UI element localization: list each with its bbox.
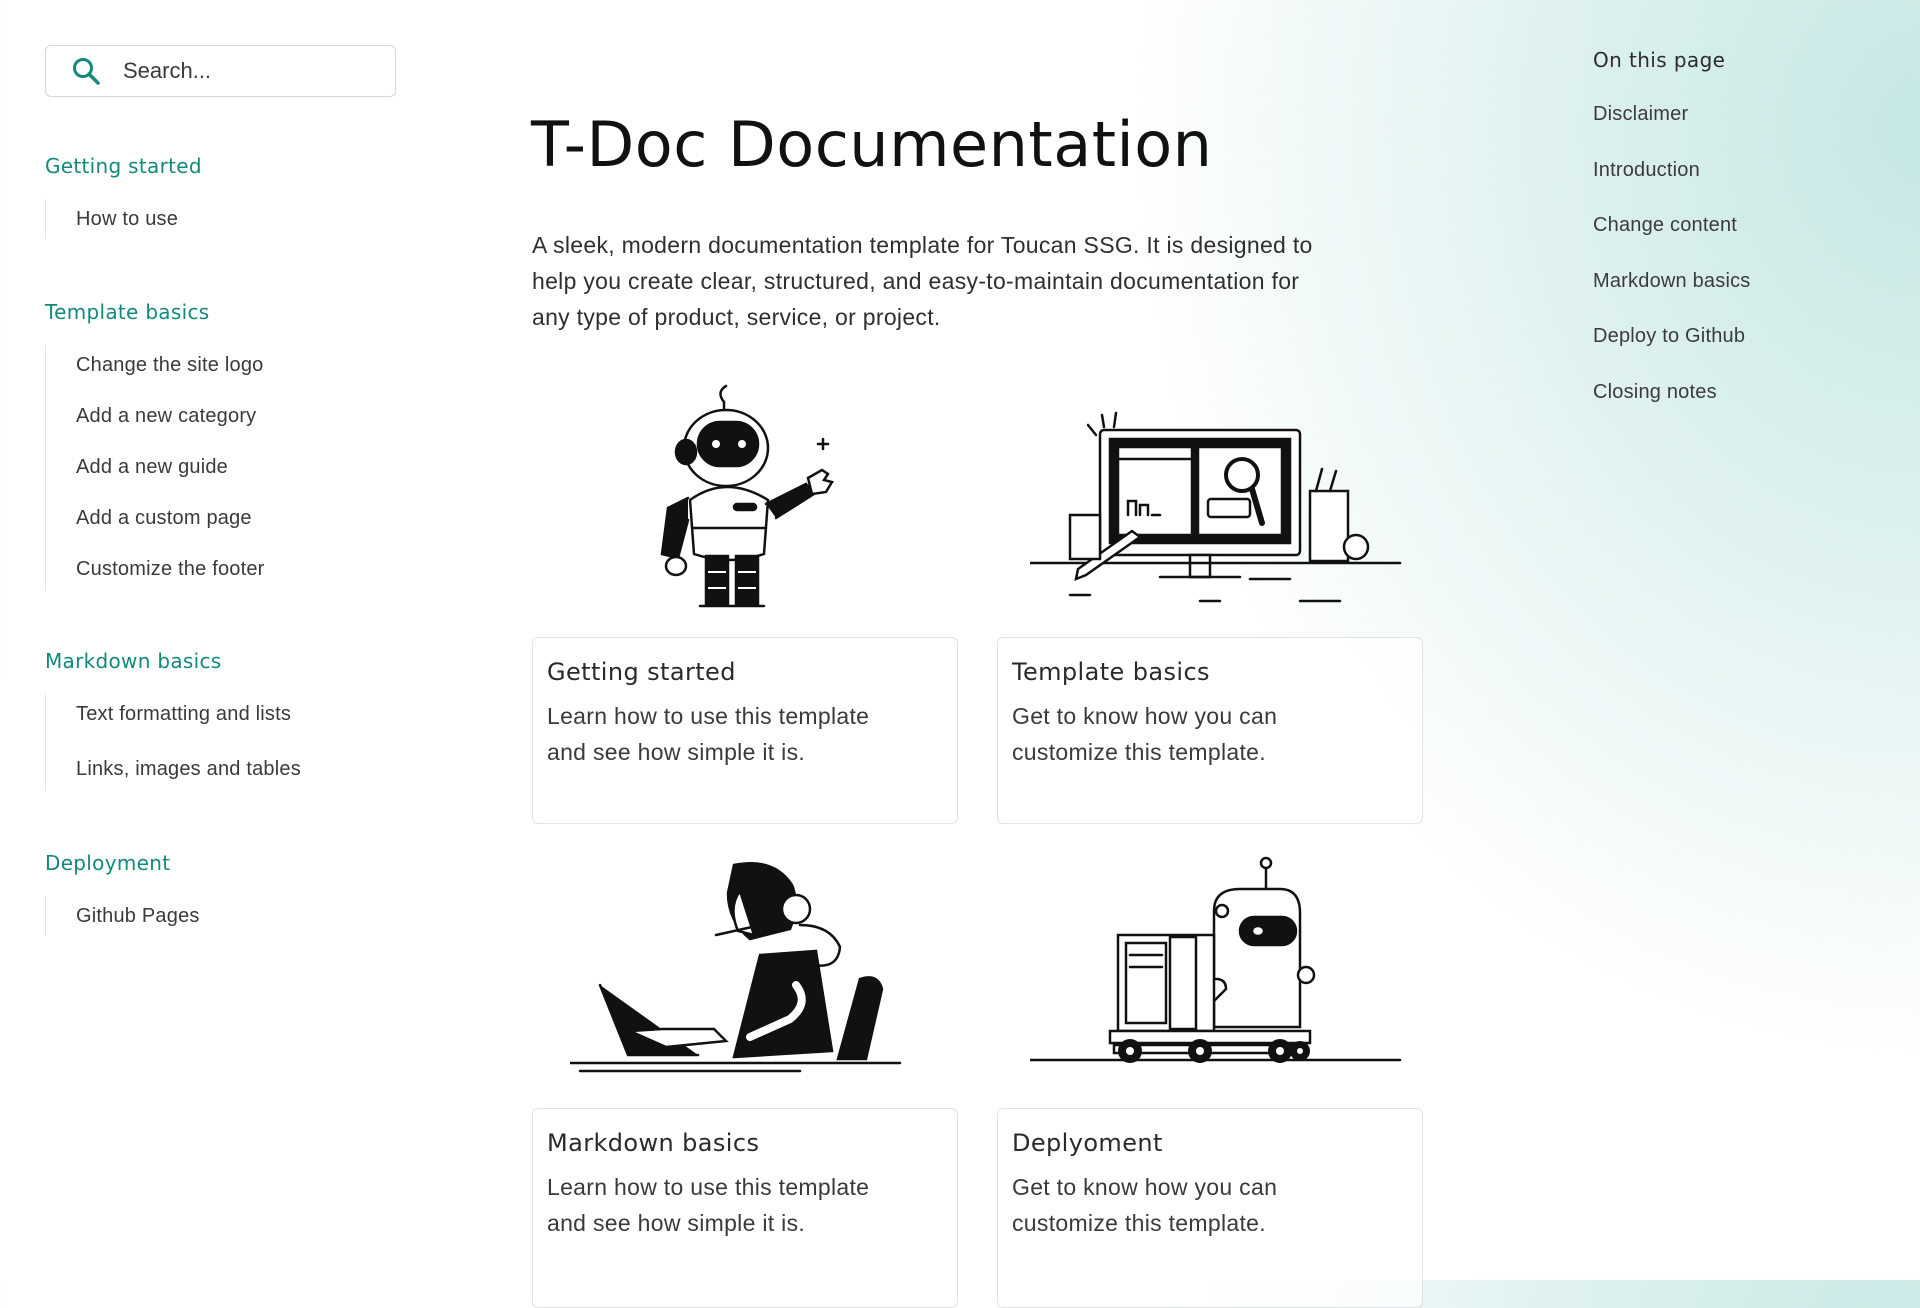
sidebar-item-add-custom-page[interactable]: Add a custom page (46, 498, 265, 549)
card-title: Getting started (547, 658, 736, 686)
card-description: Learn how to use this template and see h… (547, 1174, 870, 1236)
toc-item-introduction[interactable]: Introduction (1593, 159, 1700, 182)
robot-pushing-cart-icon (1030, 856, 1402, 1063)
search-box[interactable] (45, 45, 396, 97)
card-description: Get to know how you can customize this t… (1012, 703, 1278, 765)
robot-waving-icon (660, 384, 834, 608)
sidebar-item-text-formatting[interactable]: Text formatting and lists (46, 694, 301, 749)
sidebar-group-deployment: Github Pages (45, 896, 200, 936)
sidebar-item-links-images-tables[interactable]: Links, images and tables (46, 749, 301, 791)
toc-item-markdown-basics[interactable]: Markdown basics (1593, 270, 1751, 293)
card-title: Template basics (1012, 658, 1210, 686)
search-input[interactable] (121, 57, 365, 85)
card-title: Deplyoment (1012, 1129, 1163, 1157)
robot-typing-laptop-icon (570, 861, 902, 1073)
sidebar-item-github-pages[interactable]: Github Pages (46, 896, 200, 936)
search-icon (73, 58, 100, 85)
toc-item-deploy-to-github[interactable]: Deploy to Github (1593, 325, 1745, 348)
sidebar-group-getting-started: How to use (45, 199, 178, 239)
card-title: Markdown basics (547, 1129, 760, 1157)
computer-desk-icon (1030, 411, 1402, 603)
sidebar-section-markdown-basics[interactable]: Markdown basics (45, 649, 221, 673)
sidebar-group-markdown-basics: Text formatting and lists Links, images … (45, 694, 301, 791)
intro-paragraph: A sleek, modern documentation template f… (532, 232, 1313, 330)
toc-item-closing-notes[interactable]: Closing notes (1593, 381, 1717, 404)
toc-item-change-content[interactable]: Change content (1593, 214, 1737, 237)
sidebar-item-customize-footer[interactable]: Customize the footer (46, 549, 265, 591)
card-getting-started[interactable]: Getting started Learn how to use this te… (532, 637, 958, 824)
card-deployment[interactable]: Deplyoment Get to know how you can custo… (997, 1108, 1423, 1308)
sidebar-item-change-logo[interactable]: Change the site logo (46, 345, 265, 396)
sidebar-section-template-basics[interactable]: Template basics (45, 300, 209, 324)
sidebar-item-add-guide[interactable]: Add a new guide (46, 447, 265, 498)
toc-title: On this page (1593, 48, 1726, 72)
toc-item-disclaimer[interactable]: Disclaimer (1593, 103, 1688, 126)
card-template-basics[interactable]: Template basics Get to know how you can … (997, 637, 1423, 824)
sidebar-section-deployment[interactable]: Deployment (45, 851, 170, 875)
card-description: Get to know how you can customize this t… (1012, 1174, 1278, 1236)
page-title: T-Doc Documentation (531, 108, 1213, 181)
sidebar-group-template-basics: Change the site logo Add a new category … (45, 345, 265, 591)
card-markdown-basics[interactable]: Markdown basics Learn how to use this te… (532, 1108, 958, 1308)
sidebar-section-getting-started[interactable]: Getting started (45, 154, 202, 178)
sidebar-item-how-to-use[interactable]: How to use (46, 199, 178, 239)
sidebar-item-add-category[interactable]: Add a new category (46, 396, 265, 447)
card-description: Learn how to use this template and see h… (547, 703, 870, 765)
